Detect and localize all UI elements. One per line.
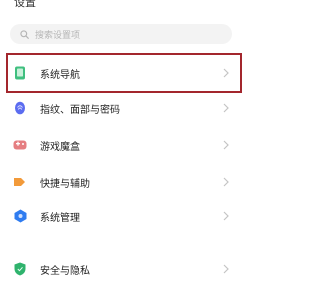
page-title: 设置 xyxy=(14,0,36,9)
game-box-icon xyxy=(13,138,27,152)
chevron-right-icon xyxy=(223,177,229,187)
shield-icon xyxy=(13,262,27,276)
settings-item-fingerprint-face-password[interactable]: 指纹、面部与密码 xyxy=(0,91,255,125)
settings-item-label: 游戏魔盒 xyxy=(40,141,80,153)
settings-item-label: 安全与隐私 xyxy=(40,265,90,277)
settings-item-label: 快捷与辅助 xyxy=(40,178,90,190)
settings-item-label: 指纹、面部与密码 xyxy=(40,104,120,116)
chevron-right-icon xyxy=(223,264,229,274)
chevron-right-icon xyxy=(223,140,229,150)
settings-item-system-navigation[interactable]: 系统导航 xyxy=(0,56,255,90)
search-input[interactable]: 搜索设置项 xyxy=(10,24,232,44)
settings-item-security-privacy[interactable]: 安全与隐私 xyxy=(0,252,255,286)
navigation-phone-icon xyxy=(13,66,27,80)
system-management-icon xyxy=(13,209,27,223)
settings-item-label: 系统管理 xyxy=(40,212,80,224)
chevron-right-icon xyxy=(223,68,229,78)
settings-item-game-box[interactable]: 游戏魔盒 xyxy=(0,128,255,162)
fingerprint-icon xyxy=(13,101,27,115)
settings-item-shortcut-assist[interactable]: 快捷与辅助 xyxy=(0,165,255,199)
chevron-right-icon xyxy=(223,211,229,221)
settings-item-system-management[interactable]: 系统管理 xyxy=(0,199,255,233)
search-placeholder: 搜索设置项 xyxy=(35,30,81,41)
shortcut-icon xyxy=(13,175,27,189)
chevron-right-icon xyxy=(223,103,229,113)
search-icon xyxy=(20,29,29,39)
settings-item-label: 系统导航 xyxy=(40,69,80,81)
